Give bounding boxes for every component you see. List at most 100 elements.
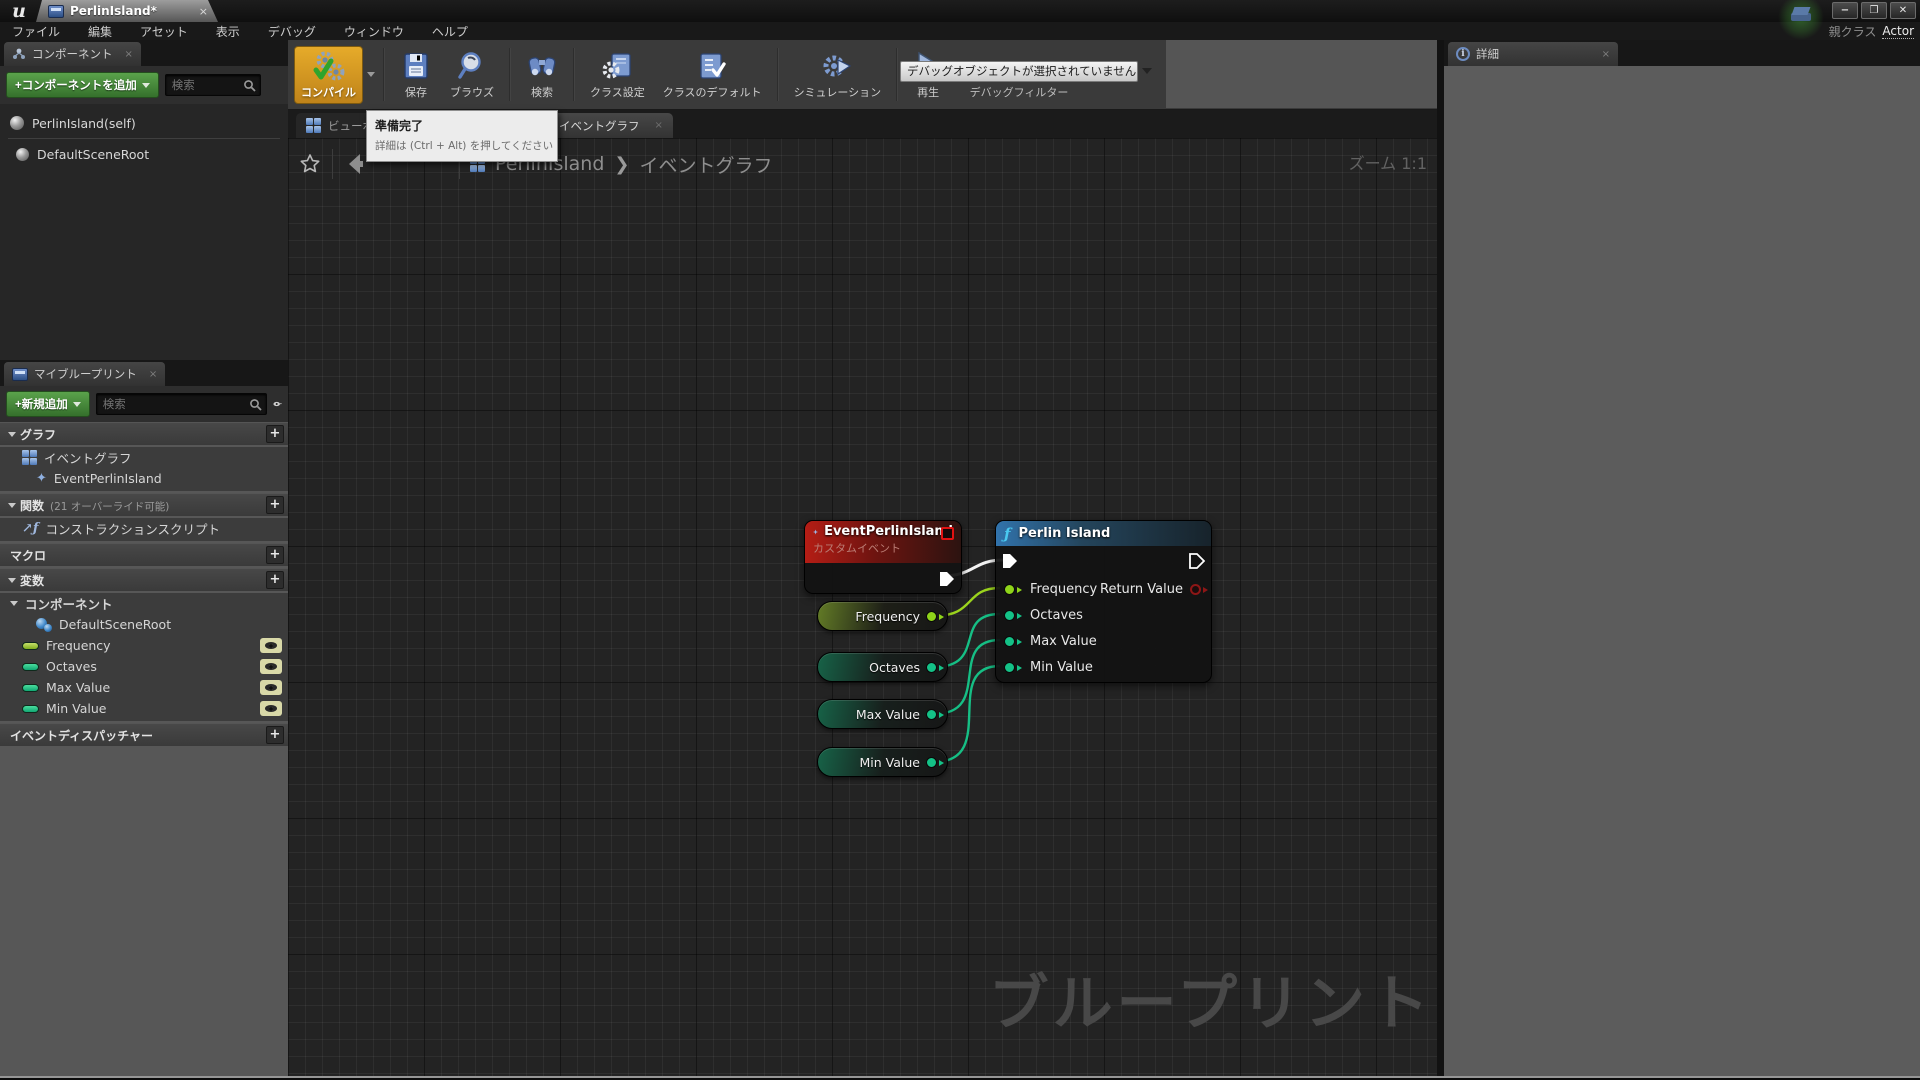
instance-editable-eye-icon[interactable] (260, 680, 282, 695)
tab-close-icon[interactable]: × (655, 120, 663, 131)
section-variables[interactable]: 変数 + (0, 568, 288, 591)
menu-help[interactable]: ヘルプ (432, 23, 468, 40)
close-button[interactable]: ✕ (1890, 2, 1916, 19)
dock-divider[interactable] (1437, 40, 1444, 1076)
add-new-button[interactable]: +新規追加 (6, 391, 90, 417)
components-tab-close-icon[interactable]: × (125, 49, 133, 60)
row-variable-maxvalue[interactable]: Max Value (0, 677, 288, 698)
input-minvalue[interactable]: Min Value (1004, 657, 1093, 677)
window-bottom-edge (0, 1076, 1920, 1080)
return-value-pin-icon[interactable] (1190, 584, 1201, 595)
add-graph-button[interactable]: + (266, 425, 284, 443)
breadcrumb-current[interactable]: イベントグラフ (640, 151, 773, 178)
getter-minvalue[interactable]: Min Value (817, 747, 948, 777)
add-function-button[interactable]: + (266, 496, 284, 514)
browse-button[interactable]: ブラウズ (443, 47, 501, 103)
find-button[interactable]: 検索 (519, 47, 565, 103)
minimize-button[interactable]: − (1832, 2, 1858, 19)
component-row-sceneroot[interactable]: DefaultSceneRoot (0, 143, 288, 165)
getter-frequency[interactable]: Frequency (817, 601, 948, 631)
my-blueprint-search[interactable] (96, 393, 267, 415)
details-tab[interactable]: i 詳細 × (1448, 42, 1618, 66)
class-settings-button[interactable]: クラス設定 (583, 47, 652, 103)
row-construction-script[interactable]: ↗ƒ コンストラクションスクリプト (0, 518, 288, 539)
compile-gears-icon (311, 50, 347, 84)
details-tabbar: i 詳細 × (1444, 40, 1920, 66)
instance-editable-eye-icon[interactable] (260, 638, 282, 653)
class-defaults-button[interactable]: クラスのデフォルト (656, 47, 769, 103)
int-pin-icon[interactable] (1004, 636, 1015, 647)
restore-button[interactable]: ❐ (1861, 2, 1887, 19)
simulate-button[interactable]: シミュレーション (787, 47, 889, 103)
debug-object-dropdown[interactable]: デバッグオブジェクトが選択されていません (900, 61, 1138, 82)
add-variable-button[interactable]: + (266, 571, 284, 589)
row-variable-octaves[interactable]: Octaves (0, 656, 288, 677)
my-blueprint-tabbar: マイブループリント × (0, 360, 288, 386)
parent-class-link[interactable]: Actor (1882, 24, 1914, 39)
section-graphs[interactable]: グラフ + (0, 422, 288, 445)
section-event-dispatchers[interactable]: イベントディスパッチャー + (0, 723, 288, 746)
component-row-self[interactable]: PerlinIsland(self) (0, 112, 288, 134)
float-pin-icon[interactable] (1004, 584, 1015, 595)
row-label: コンストラクションスクリプト (46, 519, 221, 538)
add-component-button[interactable]: +コンポーネントを追加 (6, 72, 159, 98)
row-event-graph[interactable]: イベントグラフ (0, 447, 288, 468)
details-tab-close-icon[interactable]: × (1602, 49, 1610, 60)
simulate-icon (820, 50, 854, 82)
row-variable-frequency[interactable]: Frequency (0, 635, 288, 656)
float-pin-icon[interactable] (926, 611, 937, 622)
custom-event-icon: ✦ (36, 472, 47, 485)
add-macro-button[interactable]: + (266, 546, 284, 564)
my-blueprint-search-input[interactable] (103, 397, 249, 411)
class-defaults-icon (695, 50, 729, 82)
compile-button[interactable]: コンパイル (294, 46, 363, 104)
event-graph-canvas[interactable]: PerlinIsland ❯ イベントグラフ ズーム 1:1 ブループリント (288, 138, 1437, 1076)
menu-file[interactable]: ファイル (12, 23, 60, 40)
section-macros[interactable]: マクロ + (0, 543, 288, 566)
exec-input-pin[interactable] (1002, 553, 1018, 569)
asset-tab-close-icon[interactable]: × (199, 5, 208, 18)
int-pin-icon[interactable] (926, 662, 937, 673)
my-blueprint-tab-close-icon[interactable]: × (149, 369, 157, 380)
row-event-perlinisland[interactable]: ✦ EventPerlinIsland (0, 468, 288, 489)
int-pin-icon[interactable] (926, 757, 937, 768)
getter-octaves[interactable]: Octaves (817, 652, 948, 682)
asset-tab[interactable]: PerlinIsland* × (36, 0, 218, 22)
exec-output-pin[interactable] (1189, 553, 1205, 569)
favorite-star-icon[interactable] (298, 152, 322, 176)
my-blueprint-tab[interactable]: マイブループリント × (4, 362, 165, 386)
menu-view[interactable]: 表示 (216, 23, 240, 40)
instance-editable-eye-icon[interactable] (260, 701, 282, 716)
components-search-input[interactable] (172, 78, 243, 92)
row-defaultsceneroot[interactable]: DefaultSceneRoot (0, 614, 288, 635)
int-pin-icon[interactable] (1004, 662, 1015, 673)
row-variable-minvalue[interactable]: Min Value (0, 698, 288, 719)
menu-debug[interactable]: デバッグ (268, 23, 316, 40)
node-perlin-island[interactable]: ƒ Perlin Island Frequency Octaves (995, 520, 1212, 683)
add-dispatcher-button[interactable]: + (266, 726, 284, 744)
input-maxvalue[interactable]: Max Value (1004, 631, 1097, 651)
getter-maxvalue[interactable]: Max Value (817, 699, 948, 729)
save-button[interactable]: 保存 (393, 47, 439, 103)
menu-edit[interactable]: 編集 (88, 23, 112, 40)
output-return-value[interactable]: Return Value (1100, 579, 1201, 599)
visibility-filter-icon[interactable] (273, 397, 282, 411)
components-search[interactable] (165, 74, 261, 96)
input-frequency[interactable]: Frequency (1004, 579, 1097, 599)
components-tab[interactable]: コンポーネント × (4, 42, 141, 66)
section-functions[interactable]: 関数 (21 オーバーライド可能) + (0, 493, 288, 516)
instance-editable-eye-icon[interactable] (260, 659, 282, 674)
menu-window[interactable]: ウィンドウ (344, 23, 404, 40)
exec-output-pin[interactable] (939, 571, 955, 587)
class-settings-label: クラス設定 (590, 84, 645, 100)
compile-options-chevron-icon[interactable] (367, 72, 375, 77)
pin-label: Return Value (1100, 582, 1183, 597)
getter-label: Max Value (856, 707, 920, 722)
int-pin-icon[interactable] (926, 709, 937, 720)
menu-asset[interactable]: アセット (140, 23, 188, 40)
parent-class: 親クラス Actor (1829, 22, 1914, 40)
node-event-perlinisland[interactable]: EventPerlinIsland カスタムイベント (804, 520, 962, 594)
group-components[interactable]: コンポーネント (0, 593, 288, 614)
int-pin-icon[interactable] (1004, 610, 1015, 621)
input-octaves[interactable]: Octaves (1004, 605, 1083, 625)
